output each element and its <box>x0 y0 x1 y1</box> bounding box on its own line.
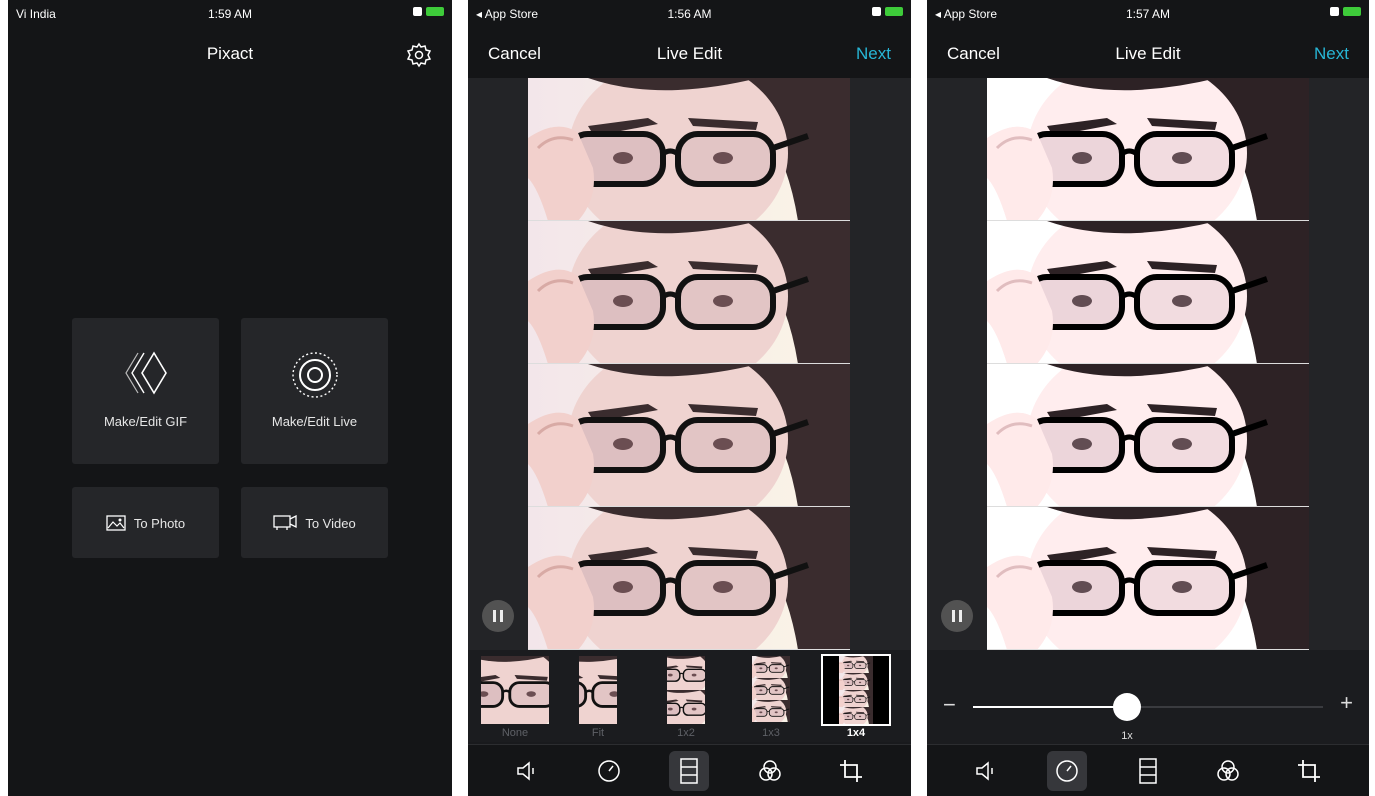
battery-icon <box>1343 7 1361 16</box>
layout-option-1x4[interactable]: 1x4 <box>821 654 891 739</box>
live-edit-speed-screen: ◂ App Store 1:57 AM Cancel Live Edit Nex… <box>927 0 1369 796</box>
pixact-home-screen: Vi India 1:59 AM Pixact Make/Edit GIF Ma… <box>8 0 452 796</box>
status-bar: ◂ App Store 1:57 AM <box>927 0 1369 30</box>
status-bar: Vi India 1:59 AM <box>8 0 452 30</box>
speed-control: − 1x + <box>927 650 1369 744</box>
layout-fit-thumbnail <box>579 656 617 724</box>
status-icons <box>1330 7 1361 16</box>
speed-value-label: 1x <box>1121 730 1133 742</box>
photo-grid <box>987 78 1309 650</box>
speed-increase-button[interactable]: + <box>1340 690 1353 716</box>
app-title: Pixact <box>206 44 254 63</box>
screen-title: Live Edit <box>656 44 723 63</box>
layout-1x3-label: 1x3 <box>762 727 780 739</box>
status-bar: ◂ App Store 1:56 AM <box>468 0 911 30</box>
photo-frame <box>987 364 1309 507</box>
layout-icon[interactable] <box>669 751 709 791</box>
edit-toolbar <box>927 744 1369 796</box>
video-icon <box>273 515 297 530</box>
layout-option-1x3[interactable]: 1x3 <box>736 656 806 739</box>
volume-icon[interactable] <box>508 751 548 791</box>
speed-decrease-button[interactable]: − <box>943 692 956 718</box>
layout-option-none[interactable]: None <box>480 656 550 739</box>
gif-diamond-icon <box>124 351 167 395</box>
photo-frame <box>987 78 1309 221</box>
layout-none-label: None <box>501 727 529 739</box>
make-edit-live-label: Make/Edit Live <box>271 414 358 429</box>
layout-icon[interactable] <box>1128 751 1168 791</box>
photo-frame <box>987 221 1309 364</box>
speed-slider[interactable]: 1x <box>973 693 1323 742</box>
live-photo-preview[interactable] <box>927 78 1369 650</box>
lock-icon <box>413 7 422 16</box>
status-icons <box>872 7 903 16</box>
layout-1x2-thumbnail <box>667 656 705 724</box>
photo-icon <box>106 515 126 531</box>
lock-icon <box>1330 7 1339 16</box>
layout-options-strip: None Fit 1x2 1x3 1x4 <box>468 650 911 742</box>
crop-icon[interactable] <box>1289 751 1329 791</box>
live-photo-icon <box>291 352 338 398</box>
photo-frame <box>528 78 850 221</box>
photo-frame <box>528 507 850 650</box>
nav-bar: Cancel Live Edit Next <box>468 30 911 78</box>
next-button[interactable]: Next <box>1314 44 1349 64</box>
filter-icon[interactable] <box>750 751 790 791</box>
layout-fit-label: Fit <box>591 727 605 739</box>
to-photo-label: To Photo <box>133 515 186 531</box>
layout-1x4-label: 1x4 <box>846 727 866 739</box>
status-icons <box>413 7 444 16</box>
layout-1x4-thumbnail <box>821 654 891 726</box>
layout-none-thumbnail <box>481 656 549 724</box>
to-video-row: To Video <box>241 515 388 531</box>
to-photo-row: To Photo <box>72 515 219 531</box>
lock-icon <box>872 7 881 16</box>
live-photo-preview[interactable] <box>468 78 911 650</box>
pause-button[interactable] <box>482 600 514 632</box>
crop-icon[interactable] <box>831 751 871 791</box>
to-video-label: To Video <box>305 515 356 531</box>
layout-1x2-label: 1x2 <box>677 727 695 739</box>
edit-toolbar <box>468 744 911 796</box>
make-edit-gif-button[interactable]: Make/Edit GIF <box>72 318 219 464</box>
speed-slider-knob[interactable] <box>1113 693 1141 721</box>
speed-icon[interactable] <box>589 751 629 791</box>
live-edit-layout-screen: ◂ App Store 1:56 AM Cancel Live Edit Nex… <box>468 0 911 796</box>
next-button[interactable]: Next <box>856 44 891 64</box>
make-edit-live-button[interactable]: Make/Edit Live <box>241 318 388 464</box>
to-photo-button[interactable]: To Photo <box>72 487 219 558</box>
pause-button[interactable] <box>941 600 973 632</box>
volume-icon[interactable] <box>967 751 1007 791</box>
photo-grid <box>528 78 850 650</box>
nav-bar: Cancel Live Edit Next <box>927 30 1369 78</box>
photo-frame <box>528 364 850 507</box>
battery-icon <box>426 7 444 16</box>
screen-title: Live Edit <box>1115 44 1181 63</box>
speed-slider-fill <box>973 706 1127 708</box>
clock: 1:56 AM <box>667 7 712 21</box>
to-video-button[interactable]: To Video <box>241 487 388 558</box>
clock: 1:57 AM <box>1125 7 1171 21</box>
layout-1x3-thumbnail <box>752 656 790 724</box>
filter-icon[interactable] <box>1208 751 1248 791</box>
settings-gear-icon[interactable] <box>406 42 432 68</box>
layout-option-fit[interactable]: Fit <box>563 656 633 739</box>
make-edit-gif-label: Make/Edit GIF <box>103 414 188 429</box>
photo-frame <box>987 507 1309 650</box>
nav-bar: Pixact <box>8 30 452 78</box>
layout-option-1x2[interactable]: 1x2 <box>651 656 721 739</box>
clock: 1:59 AM <box>207 7 253 21</box>
speed-icon[interactable] <box>1047 751 1087 791</box>
battery-icon <box>885 7 903 16</box>
photo-frame <box>528 221 850 364</box>
